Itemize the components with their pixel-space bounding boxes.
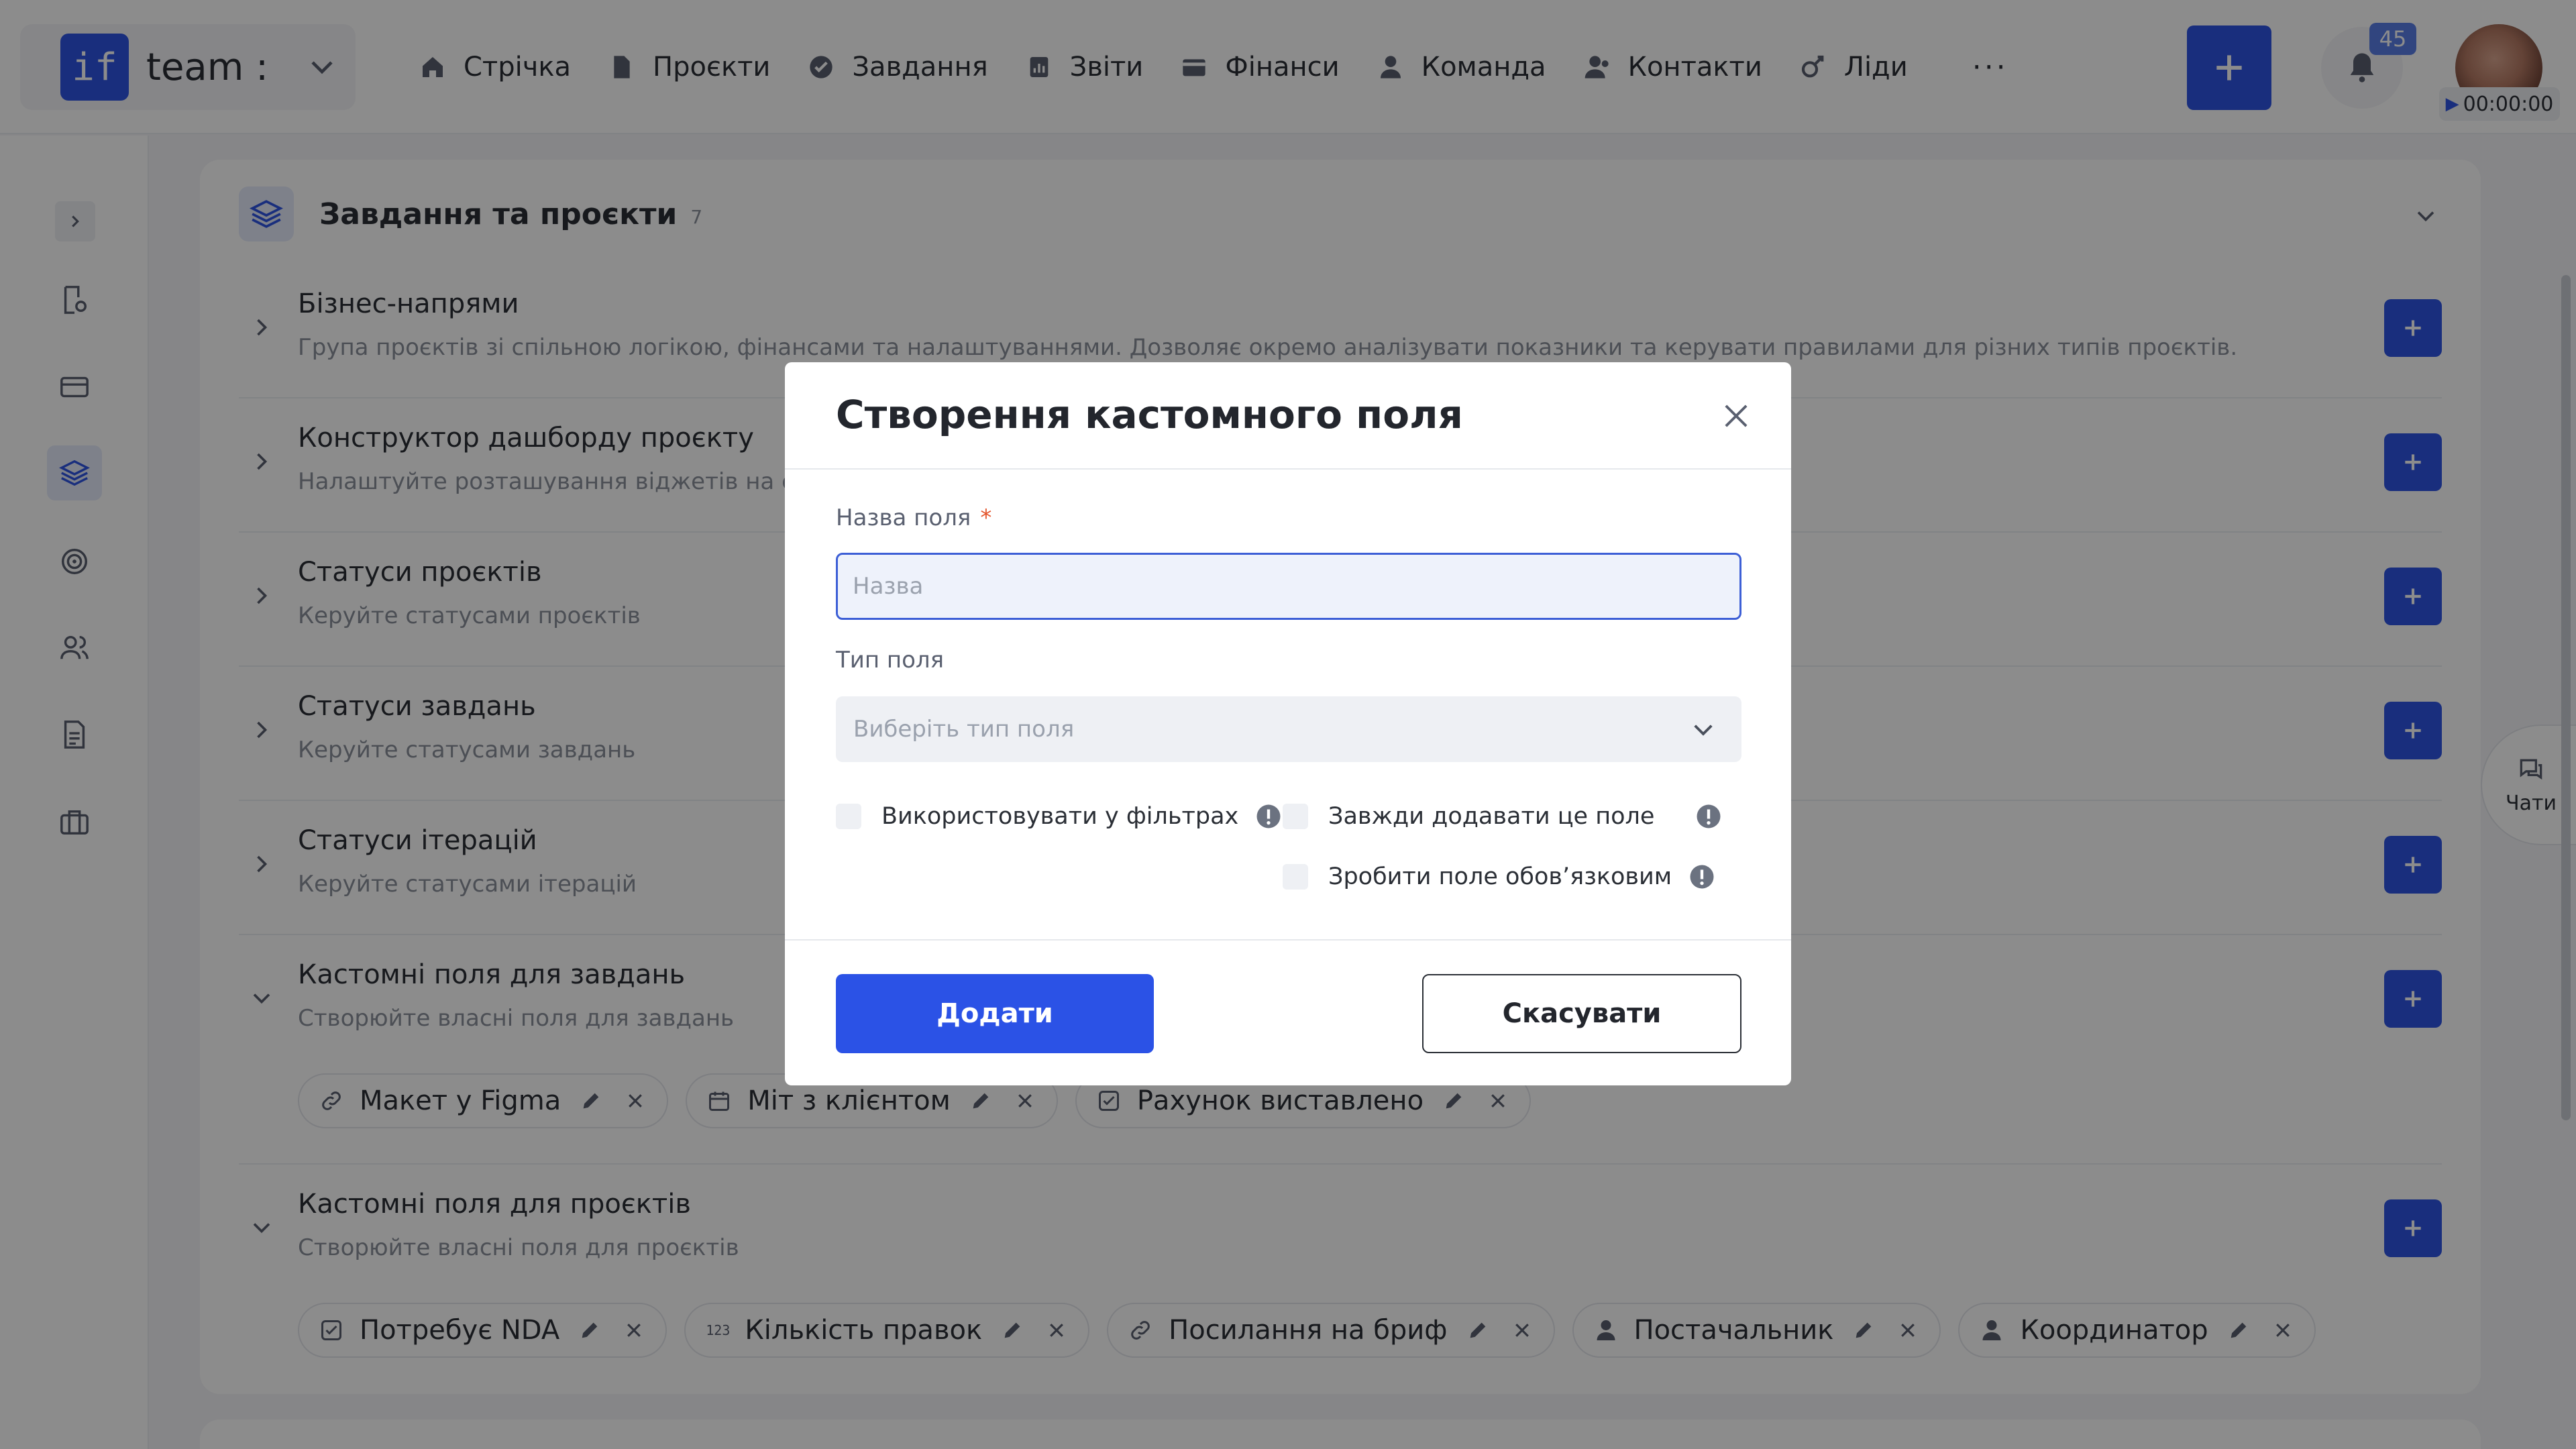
field-type-select[interactable]: Виберіть тип поля	[836, 696, 1741, 762]
checkbox-label: Використовувати у фільтрах	[881, 803, 1239, 830]
select-placeholder: Виберіть тип поля	[853, 716, 1075, 743]
cancel-button[interactable]: Скасувати	[1422, 974, 1741, 1053]
always-add-checkbox[interactable]: Завжди додавати це поле	[1283, 802, 1723, 830]
make-required-checkbox[interactable]: Зробити поле обов’язковим	[1283, 863, 1716, 891]
checkbox-label: Зробити поле обов’язковим	[1328, 863, 1672, 890]
use-in-filters-checkbox[interactable]: Використовувати у фільтрах	[836, 802, 1283, 830]
close-icon[interactable]	[1719, 398, 1754, 433]
field-name-input[interactable]	[836, 553, 1741, 620]
checkbox[interactable]	[836, 804, 861, 829]
info-icon[interactable]	[1695, 802, 1723, 830]
add-button[interactable]: Додати	[836, 974, 1154, 1053]
info-icon[interactable]	[1688, 863, 1716, 891]
checkbox[interactable]	[1283, 804, 1308, 829]
divider	[785, 468, 1791, 470]
checkbox-label: Завжди додавати це поле	[1328, 803, 1655, 830]
field-type-label: Тип поля	[836, 647, 945, 674]
divider	[785, 939, 1791, 941]
info-icon[interactable]	[1254, 802, 1283, 830]
checkbox[interactable]	[1283, 864, 1308, 890]
create-custom-field-dialog: Створення кастомного поля Назва поля* Ти…	[785, 362, 1791, 1085]
chevron-down-icon	[1694, 724, 1713, 736]
dialog-title: Створення кастомного поля	[836, 392, 1463, 437]
field-name-label: Назва поля *	[836, 504, 992, 531]
required-mark: *	[980, 504, 992, 531]
